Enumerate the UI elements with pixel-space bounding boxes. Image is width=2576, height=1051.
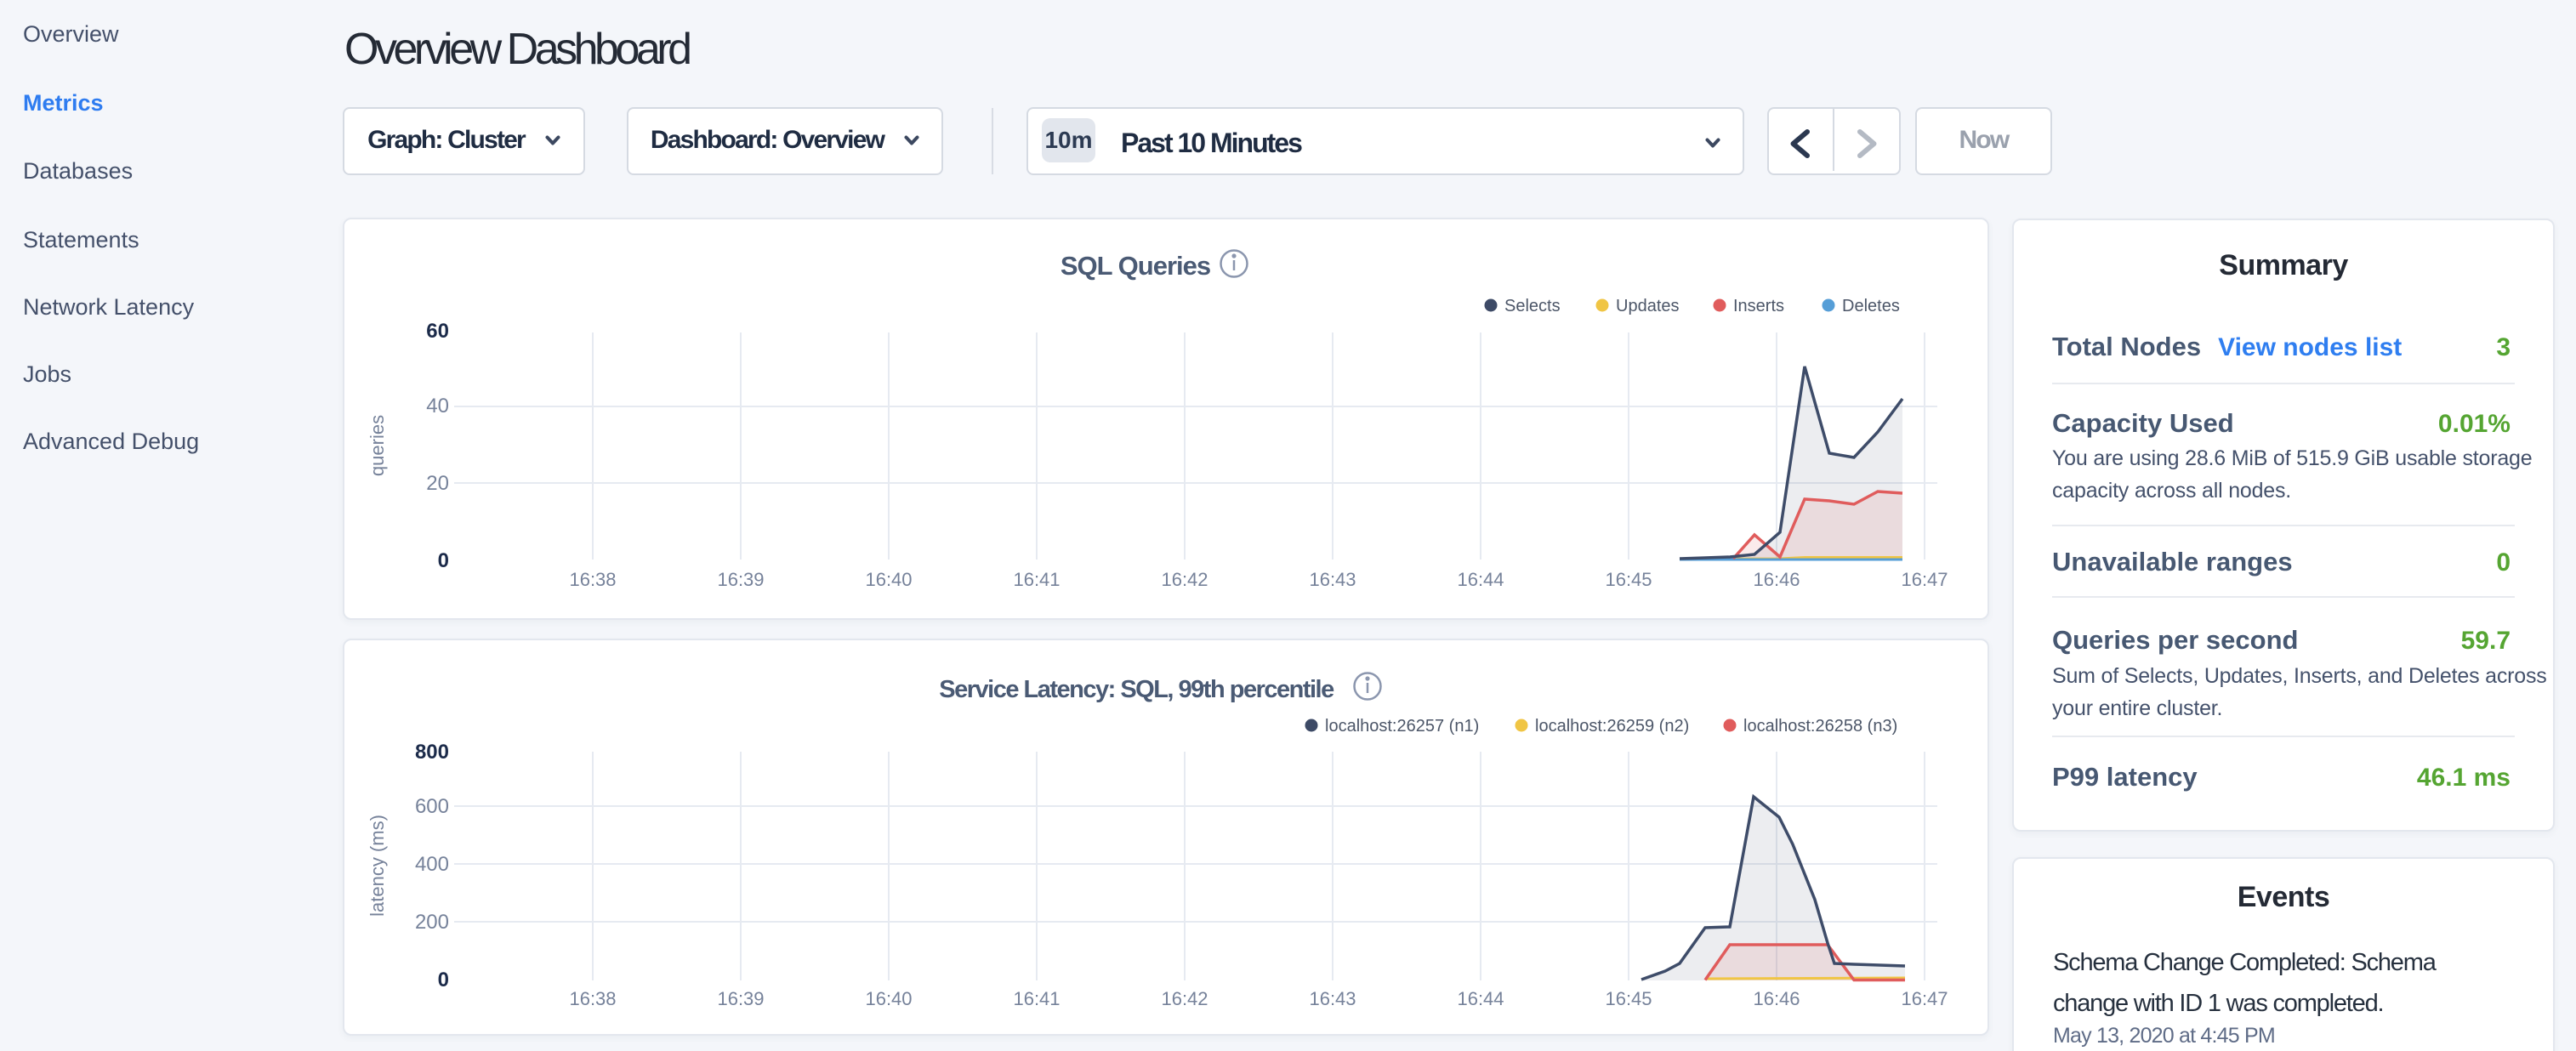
svg-text:16:43: 16:43 xyxy=(1309,988,1356,1009)
svg-text:16:40: 16:40 xyxy=(865,988,912,1009)
svg-text:16:45: 16:45 xyxy=(1605,569,1652,590)
svg-text:60: 60 xyxy=(426,320,449,343)
svg-text:400: 400 xyxy=(415,853,449,876)
svg-text:16:43: 16:43 xyxy=(1309,569,1356,590)
svg-text:16:45: 16:45 xyxy=(1605,988,1652,1009)
svg-text:16:44: 16:44 xyxy=(1457,988,1504,1009)
svg-text:16:38: 16:38 xyxy=(569,988,616,1009)
svg-text:16:40: 16:40 xyxy=(865,569,912,590)
svg-text:16:42: 16:42 xyxy=(1161,988,1208,1009)
svg-text:Deletes: Deletes xyxy=(1842,297,1900,315)
svg-text:16:38: 16:38 xyxy=(569,569,616,590)
svg-text:16:39: 16:39 xyxy=(717,569,764,590)
svg-text:16:41: 16:41 xyxy=(1013,988,1060,1009)
svg-text:16:47: 16:47 xyxy=(1901,988,1948,1009)
svg-text:800: 800 xyxy=(415,741,449,764)
svg-text:16:42: 16:42 xyxy=(1161,569,1208,590)
svg-text:Selects: Selects xyxy=(1504,297,1561,315)
svg-text:20: 20 xyxy=(426,472,449,495)
svg-text:Updates: Updates xyxy=(1616,297,1680,315)
svg-text:40: 40 xyxy=(426,395,449,418)
svg-text:0: 0 xyxy=(438,969,449,991)
svg-text:16:39: 16:39 xyxy=(717,988,764,1009)
svg-text:localhost:26258 (n3): localhost:26258 (n3) xyxy=(1743,717,1897,736)
svg-text:16:47: 16:47 xyxy=(1901,569,1948,590)
svg-text:localhost:26257 (n1): localhost:26257 (n1) xyxy=(1325,717,1479,736)
svg-text:16:46: 16:46 xyxy=(1753,988,1800,1009)
svg-text:Inserts: Inserts xyxy=(1733,297,1784,315)
svg-text:600: 600 xyxy=(415,795,449,818)
svg-text:localhost:26259 (n2): localhost:26259 (n2) xyxy=(1535,717,1689,736)
svg-text:queries: queries xyxy=(367,415,388,476)
svg-text:latency (ms): latency (ms) xyxy=(367,815,388,917)
svg-text:0: 0 xyxy=(438,549,449,572)
svg-text:16:46: 16:46 xyxy=(1753,569,1800,590)
svg-text:16:41: 16:41 xyxy=(1013,569,1060,590)
svg-text:200: 200 xyxy=(415,911,449,934)
svg-text:SQL Queries: SQL Queries xyxy=(1061,251,1210,281)
svg-text:Service Latency: SQL, 99th per: Service Latency: SQL, 99th percentile xyxy=(939,676,1334,703)
svg-text:16:44: 16:44 xyxy=(1457,569,1504,590)
